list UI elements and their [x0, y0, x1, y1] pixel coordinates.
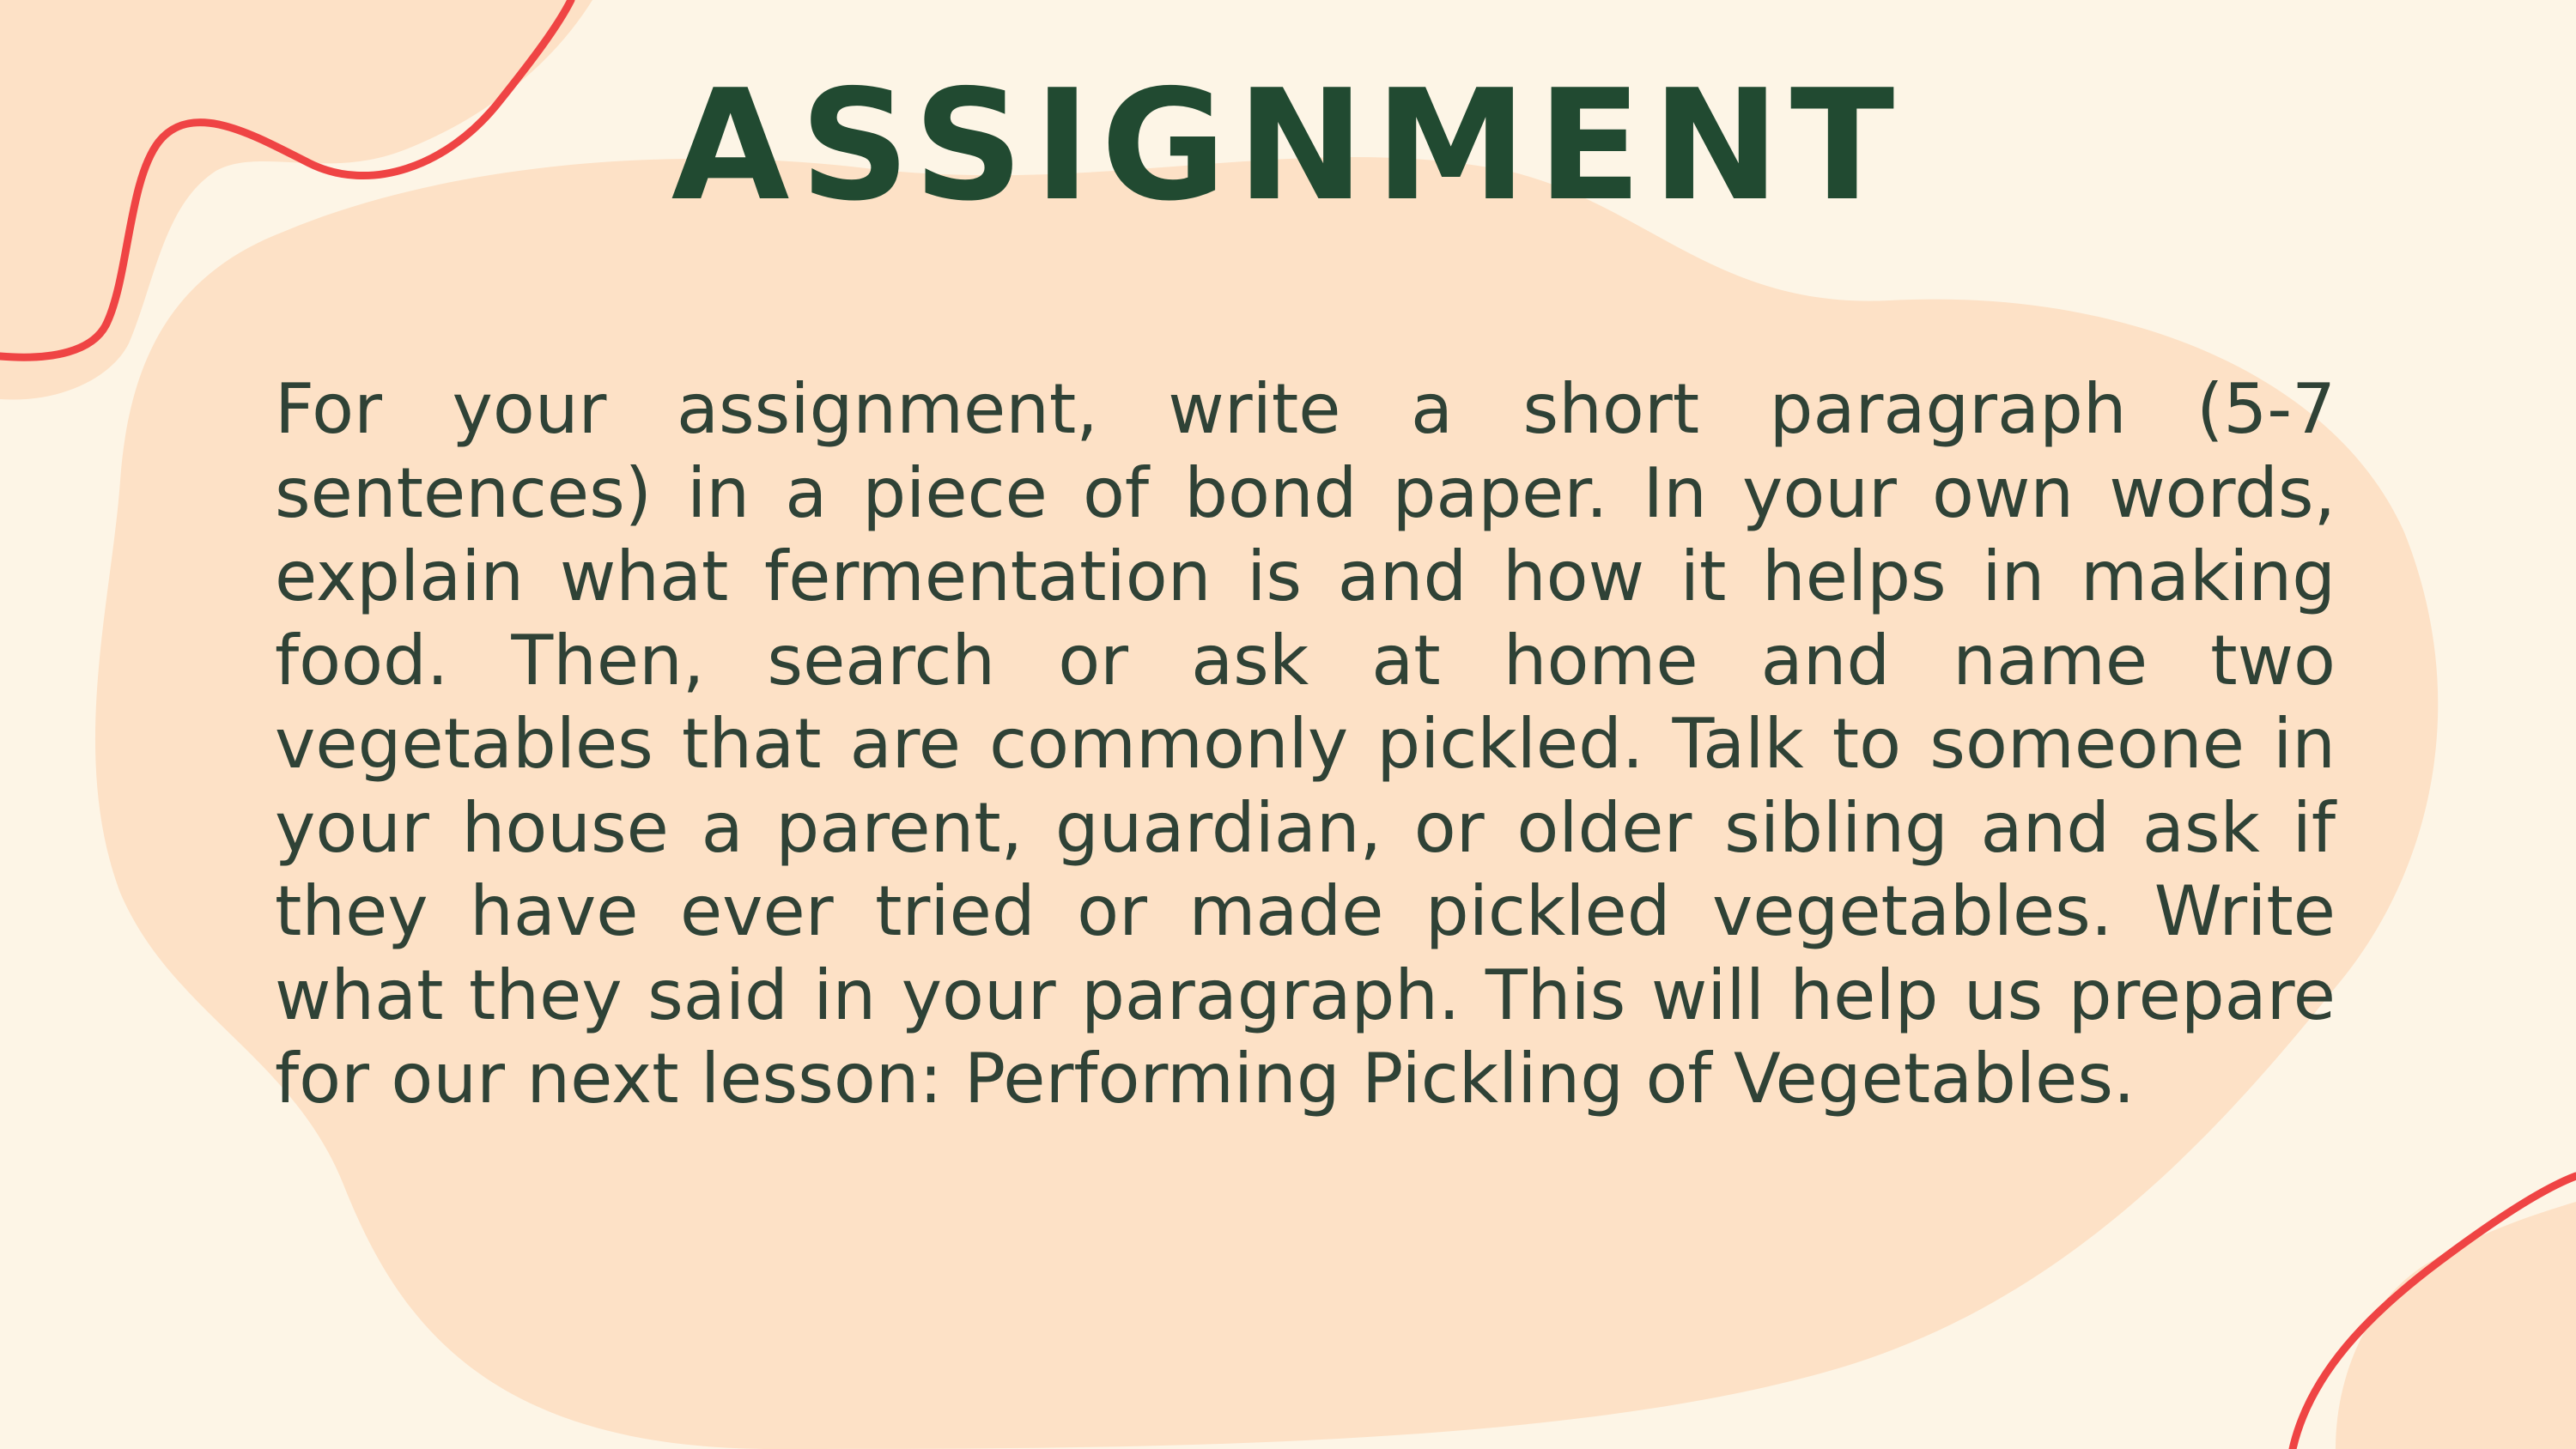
assignment-slide: ASSIGNMENT For your assignment, write a …	[0, 0, 2576, 1449]
bottom-right-corner-blob	[2336, 1202, 2576, 1449]
assignment-instructions: For your assignment, write a short parag…	[275, 369, 2336, 1119]
slide-title: ASSIGNMENT	[671, 57, 1905, 234]
